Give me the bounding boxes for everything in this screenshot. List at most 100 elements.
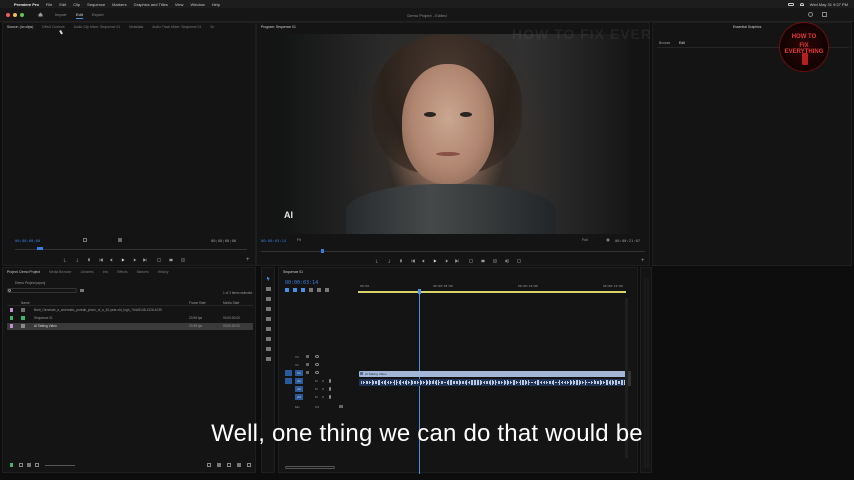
mark-in-icon[interactable] [63, 258, 67, 262]
mark-out-icon[interactable] [75, 258, 79, 262]
wrench-icon[interactable] [606, 238, 610, 242]
source-timecode-in[interactable]: 00;00;00;00 [15, 238, 40, 243]
tab-program[interactable]: Program: Sequence 01 [261, 25, 296, 29]
icon-view-icon[interactable] [27, 463, 31, 467]
tab-audio-track-mixer[interactable]: Audio Track Mixer: Sequence 01 [152, 25, 201, 29]
label-color-swatch[interactable] [10, 316, 13, 320]
mute-button[interactable]: M [315, 387, 318, 391]
solo-button[interactable]: S [322, 395, 324, 399]
source-patch-a1[interactable] [285, 378, 292, 384]
list-view-icon[interactable] [19, 463, 23, 467]
razor-tool-icon[interactable] [266, 307, 271, 311]
share-icon[interactable] [808, 12, 813, 17]
project-row-selected[interactable]: AI Talking Video 23.98 fps 00:00:00:00 [7, 323, 253, 330]
work-area-bar[interactable] [358, 291, 626, 293]
export-frame-icon[interactable] [493, 259, 497, 263]
microphone-icon[interactable] [329, 379, 331, 383]
thumbnail-size-slider[interactable] [45, 465, 75, 466]
add-marker-icon[interactable] [309, 288, 313, 292]
project-row[interactable]: Sequence 01 23.98 fps 00:00:00:00 [7, 315, 253, 322]
menu-sequence[interactable]: Sequence [87, 2, 105, 7]
toggle-sync-lock-icon[interactable] [306, 371, 309, 374]
wifi-icon[interactable] [799, 2, 804, 6]
program-timecode[interactable]: 00:00:03:14 [261, 238, 286, 243]
eye-icon[interactable] [315, 355, 319, 358]
track-select-tool-icon[interactable] [266, 287, 271, 291]
vr-video-icon[interactable] [517, 259, 521, 263]
linked-selection-icon[interactable] [301, 288, 305, 292]
freeform-view-icon[interactable] [35, 463, 39, 467]
tab-metadata[interactable]: Metadata [129, 25, 143, 29]
timeline-settings-icon[interactable] [317, 288, 321, 292]
tab-project[interactable]: Project: Demo Project [7, 270, 40, 274]
step-forward-icon[interactable] [445, 259, 449, 263]
menu-window[interactable]: Window [190, 2, 204, 7]
captions-icon[interactable] [325, 288, 329, 292]
tab-media-browser[interactable]: Media Browser [49, 270, 72, 274]
go-to-out-icon[interactable] [455, 259, 459, 263]
selection-tool-icon[interactable] [266, 276, 271, 281]
mute-button[interactable]: M [315, 395, 318, 399]
audio-clip[interactable] [359, 379, 627, 386]
tab-markers[interactable]: Markers [137, 270, 149, 274]
fullscreen-icon[interactable] [822, 12, 827, 17]
play-icon[interactable] [121, 258, 125, 262]
mix-end-icon[interactable] [339, 405, 343, 408]
tab-source[interactable]: Source: (no clips) [7, 25, 33, 29]
tab-eg-edit[interactable]: Edit [679, 41, 685, 45]
extract-icon[interactable] [481, 259, 485, 263]
column-media-start[interactable]: Media Start [223, 301, 239, 305]
solo-button[interactable]: S [322, 379, 324, 383]
mix-value[interactable]: 0.0 [315, 405, 319, 409]
source-scrubber[interactable] [15, 249, 247, 250]
menu-file[interactable]: File [46, 2, 52, 7]
battery-icon[interactable] [787, 2, 794, 6]
video-clip[interactable]: AI Talking Video [359, 371, 627, 377]
comparison-view-icon[interactable] [505, 259, 509, 263]
hand-tool-icon[interactable] [266, 347, 271, 351]
add-button-icon[interactable]: + [641, 258, 645, 264]
program-scrubber[interactable] [261, 251, 645, 252]
menu-graphics[interactable]: Graphics and Titles [134, 2, 168, 7]
pencil-icon[interactable] [10, 463, 13, 467]
label-color-swatch[interactable] [10, 324, 13, 328]
menu-help[interactable]: Help [212, 2, 220, 7]
toggle-sync-lock-icon[interactable] [306, 355, 309, 358]
go-to-out-icon[interactable] [143, 258, 147, 262]
toggle-sync-lock-icon[interactable] [306, 363, 309, 366]
tab-browse[interactable]: Browse [659, 41, 670, 45]
ripple-edit-tool-icon[interactable] [266, 297, 271, 301]
tab-history[interactable]: History [158, 270, 169, 274]
menu-view[interactable]: View [175, 2, 184, 7]
export-frame-icon[interactable] [181, 258, 185, 262]
find-icon[interactable] [227, 463, 231, 467]
overwrite-icon[interactable] [169, 258, 173, 262]
timeline-ruler[interactable]: 00:00 00:00:05:00 00:00:10:00 00:00:15:0… [358, 282, 628, 294]
add-button-icon[interactable]: + [246, 257, 250, 263]
menu-clock[interactable]: Wed May 31 9:27 PM [810, 2, 848, 7]
clear-icon[interactable] [247, 463, 251, 467]
menu-edit[interactable]: Edit [59, 2, 66, 7]
quality-select[interactable]: Full [582, 238, 588, 242]
mark-in-icon[interactable] [375, 259, 379, 263]
program-playhead[interactable] [321, 249, 324, 253]
step-back-icon[interactable] [109, 258, 113, 262]
tab-sc[interactable]: Sc [210, 25, 214, 29]
microphone-icon[interactable] [329, 387, 331, 391]
play-icon[interactable] [433, 259, 437, 263]
project-search-input[interactable] [7, 288, 77, 293]
label-color-swatch[interactable] [10, 308, 13, 312]
column-name[interactable]: Name [21, 301, 30, 305]
pen-tool-icon[interactable] [266, 327, 271, 331]
source-patch-v1[interactable] [285, 370, 292, 376]
slip-tool-icon[interactable] [266, 317, 271, 321]
eye-icon[interactable] [315, 371, 319, 374]
add-marker-icon[interactable] [399, 259, 403, 263]
sort-icon[interactable] [207, 463, 211, 467]
project-row[interactable]: Bartl_Generate_a_cinematic_portrait_phot… [7, 307, 253, 314]
go-to-in-icon[interactable] [411, 259, 415, 263]
track-label[interactable]: V1 [295, 370, 303, 376]
rectangle-tool-icon[interactable] [266, 337, 271, 341]
tab-effects[interactable]: Effects [117, 270, 127, 274]
column-frame-rate[interactable]: Frame Rate [189, 301, 206, 305]
